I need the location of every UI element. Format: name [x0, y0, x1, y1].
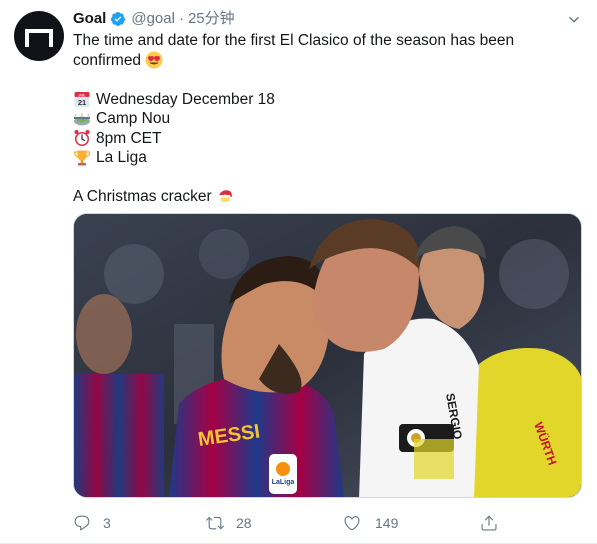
- header-separator: ·: [178, 10, 184, 27]
- avatar[interactable]: [14, 11, 64, 61]
- share-icon: [481, 515, 497, 531]
- tweet-photo[interactable]: MESSI LaLiga SERGIO WÜRTH: [73, 213, 582, 498]
- detail-line: Camp Nou: [73, 109, 583, 129]
- detail-competition: La Liga: [96, 149, 147, 166]
- alarm-clock-icon: [73, 129, 91, 147]
- reply-button[interactable]: 3: [73, 512, 111, 534]
- like-button[interactable]: 149: [343, 512, 398, 534]
- photo-illustration: MESSI LaLiga SERGIO WÜRTH: [74, 214, 581, 497]
- tweet-text-line: A Christmas cracker: [73, 187, 583, 207]
- tweet-text-line: The time and date for the first El Clasi…: [73, 31, 583, 51]
- laliga-badge: LaLiga: [272, 479, 295, 486]
- heart-icon: [344, 516, 360, 531]
- tweet-timestamp[interactable]: 25分钟: [188, 9, 235, 29]
- calendar-emoji-month: JUL: [78, 93, 86, 98]
- tweet-text-line-1: The time and date for the first El Clasi…: [73, 32, 515, 49]
- detail-time: 8pm CET: [96, 129, 162, 147]
- heart-eyes-emoji-icon: [145, 51, 163, 69]
- account-handle[interactable]: @goal: [131, 9, 175, 29]
- account-name[interactable]: Goal: [73, 9, 106, 29]
- reply-count: 3: [103, 515, 111, 531]
- detail-line: 8pm CET: [73, 129, 583, 149]
- detail-date: Wednesday December 18: [96, 90, 275, 108]
- tweet-content: Goal @goal · 25分钟 The time and date for …: [73, 9, 583, 207]
- tweet-text-line-2: confirmed: [73, 51, 142, 69]
- tweet-closing-text: A Christmas cracker: [73, 188, 212, 205]
- share-button[interactable]: [480, 512, 510, 534]
- detail-venue: Camp Nou: [96, 110, 171, 127]
- detail-line: La Liga: [73, 148, 583, 168]
- stadium-icon: [73, 110, 91, 128]
- chevron-down-icon[interactable]: [565, 11, 583, 29]
- retweet-icon: [206, 516, 224, 530]
- goal-logo-icon: [25, 29, 53, 47]
- trophy-icon: [73, 149, 91, 167]
- calendar-icon: JUL 21: [73, 90, 91, 108]
- tweet-actions: 3 28 149: [73, 512, 513, 534]
- detail-line: JUL 21 Wednesday December 18: [73, 90, 583, 110]
- retweet-count: 28: [236, 515, 252, 531]
- reply-icon: [74, 515, 90, 531]
- calendar-emoji-day: 21: [78, 98, 86, 107]
- tweet-header: Goal @goal · 25分钟: [73, 9, 583, 29]
- santa-emoji-icon: [216, 188, 234, 206]
- tweet-card[interactable]: Goal @goal · 25分钟 The time and date for …: [0, 0, 597, 544]
- tweet-text: The time and date for the first El Clasi…: [73, 31, 583, 207]
- retweet-button[interactable]: 28: [206, 512, 252, 534]
- like-count: 149: [375, 515, 399, 531]
- verified-badge-icon: [110, 11, 126, 27]
- tweet-text-line: confirmed: [73, 51, 583, 71]
